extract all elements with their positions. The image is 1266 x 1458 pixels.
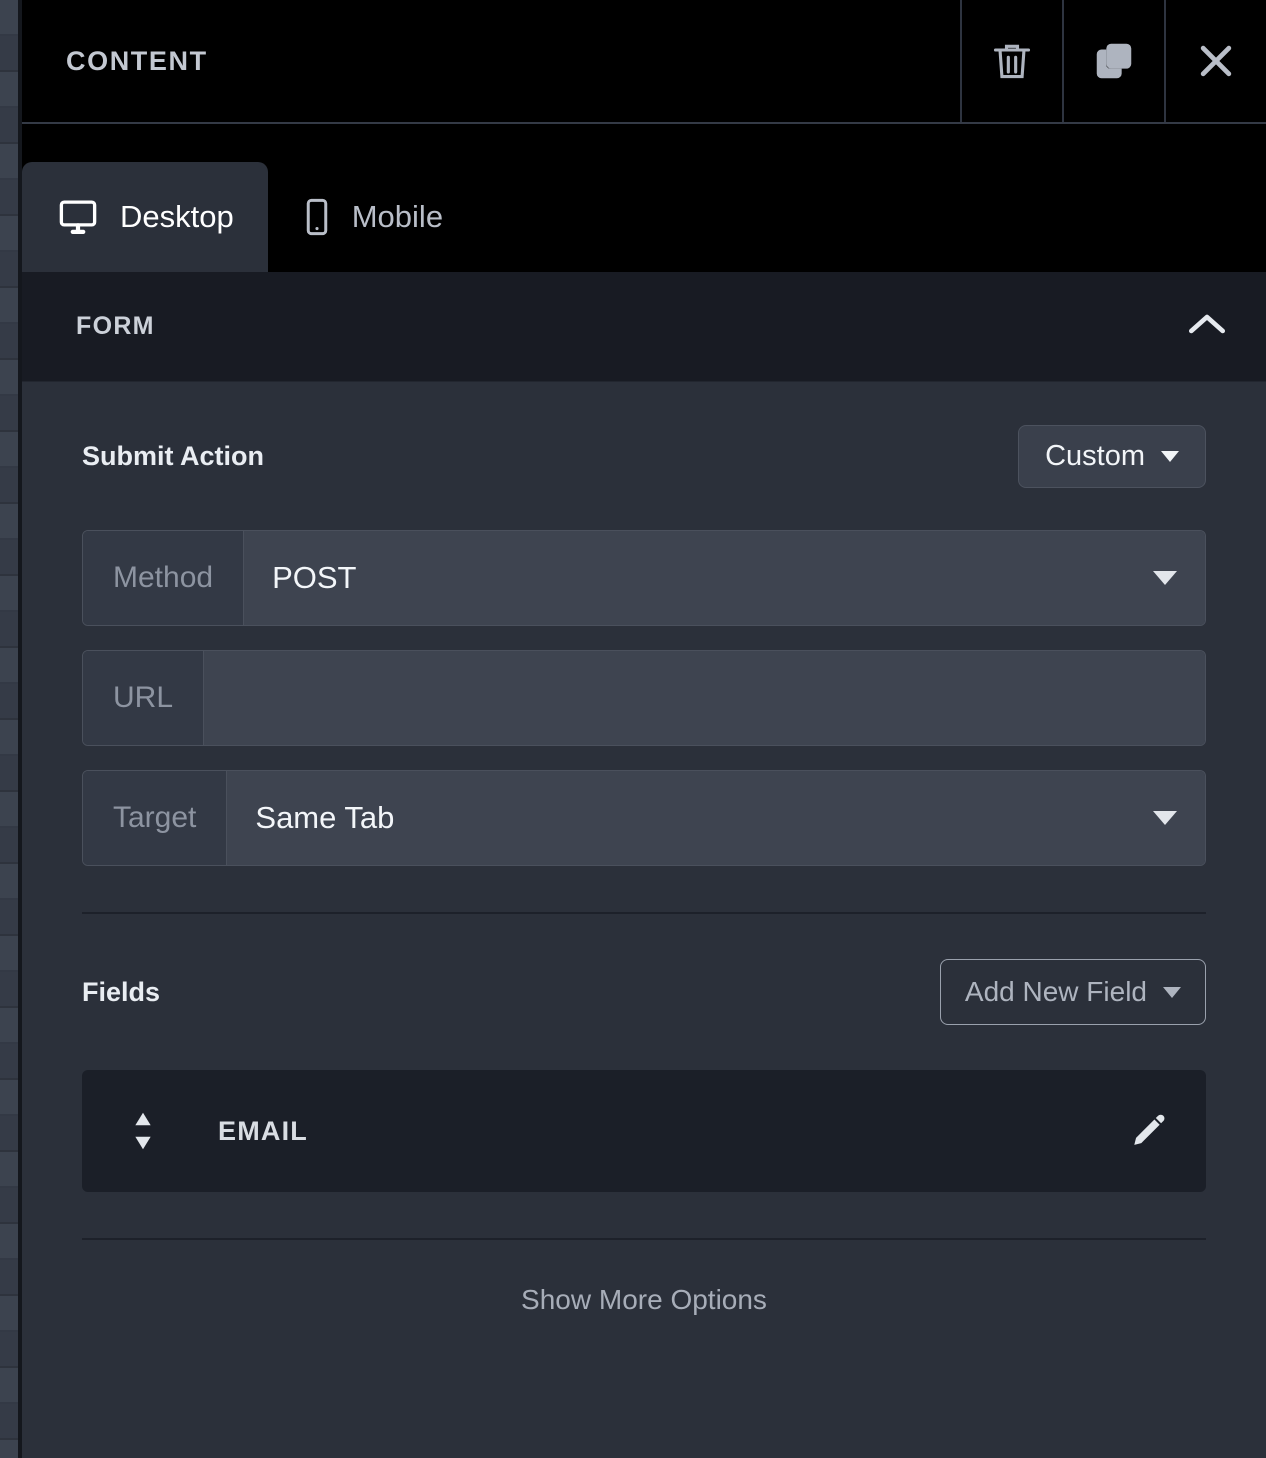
chevron-down-icon	[1161, 450, 1179, 462]
show-more-options-button[interactable]: Show More Options	[82, 1240, 1206, 1316]
list-item[interactable]: EMAIL	[82, 1070, 1206, 1192]
mobile-icon	[302, 196, 332, 238]
fields-row: Fields Add New Field	[82, 914, 1206, 1070]
edit-field-button[interactable]	[1128, 1110, 1170, 1152]
form-section-title: FORM	[76, 312, 155, 340]
duplicate-button[interactable]	[1062, 0, 1164, 122]
tab-mobile-label: Mobile	[351, 199, 444, 234]
url-input[interactable]	[204, 651, 1205, 745]
url-input-group: URL	[82, 650, 1206, 746]
desktop-icon	[56, 196, 100, 238]
page-title: CONTENT	[66, 45, 208, 76]
method-value: POST	[272, 560, 357, 595]
add-new-field-button[interactable]: Add New Field	[939, 959, 1206, 1025]
target-value: Same Tab	[255, 800, 395, 835]
form-panel: FORM Submit Action Custom Method POST UR…	[22, 272, 1266, 1458]
pencil-icon	[1134, 1114, 1165, 1145]
method-select[interactable]: POST	[244, 531, 1205, 625]
close-icon	[1194, 39, 1238, 83]
submit-action-row: Submit Action Custom	[82, 382, 1206, 530]
fields-label: Fields	[82, 976, 161, 1007]
chevron-down-icon	[1153, 571, 1177, 585]
submit-action-label: Submit Action	[82, 440, 264, 471]
url-input-wrap[interactable]	[204, 651, 1205, 745]
chevron-down-icon	[1163, 986, 1181, 998]
method-label: Method	[83, 531, 245, 625]
target-select[interactable]: Same Tab	[227, 771, 1205, 865]
add-new-field-label: Add New Field	[964, 976, 1147, 1007]
close-button[interactable]	[1164, 0, 1266, 122]
panel-drag-rail[interactable]	[0, 0, 18, 1458]
device-tab-bar: Desktop Mobile	[22, 124, 1266, 272]
url-label: URL	[83, 651, 205, 745]
target-input-group: Target Same Tab	[82, 770, 1206, 866]
copy-icon	[1091, 37, 1137, 85]
form-section-header[interactable]: FORM	[22, 272, 1266, 382]
chevron-down-icon	[1153, 811, 1177, 825]
panel-rail-edge	[18, 0, 22, 1458]
properties-panel: CONTENT Desktop Mobile FORM Submit Actio…	[0, 0, 1266, 1458]
sort-handle-icon[interactable]	[128, 1108, 158, 1154]
tab-desktop[interactable]: Desktop	[22, 162, 268, 272]
trash-icon	[990, 37, 1034, 85]
delete-button[interactable]	[960, 0, 1062, 122]
form-section-body: Submit Action Custom Method POST URL Tar…	[22, 382, 1266, 1316]
submit-action-dropdown[interactable]: Custom	[1018, 424, 1206, 488]
submit-action-value: Custom	[1045, 439, 1145, 472]
tab-desktop-label: Desktop	[120, 199, 234, 234]
panel-header: CONTENT	[22, 0, 1266, 124]
method-input-group: Method POST	[82, 530, 1206, 626]
chevron-up-icon[interactable]	[1186, 309, 1228, 344]
target-label: Target	[83, 771, 228, 865]
field-item-name: EMAIL	[218, 1115, 308, 1146]
tab-mobile[interactable]: Mobile	[268, 162, 477, 272]
